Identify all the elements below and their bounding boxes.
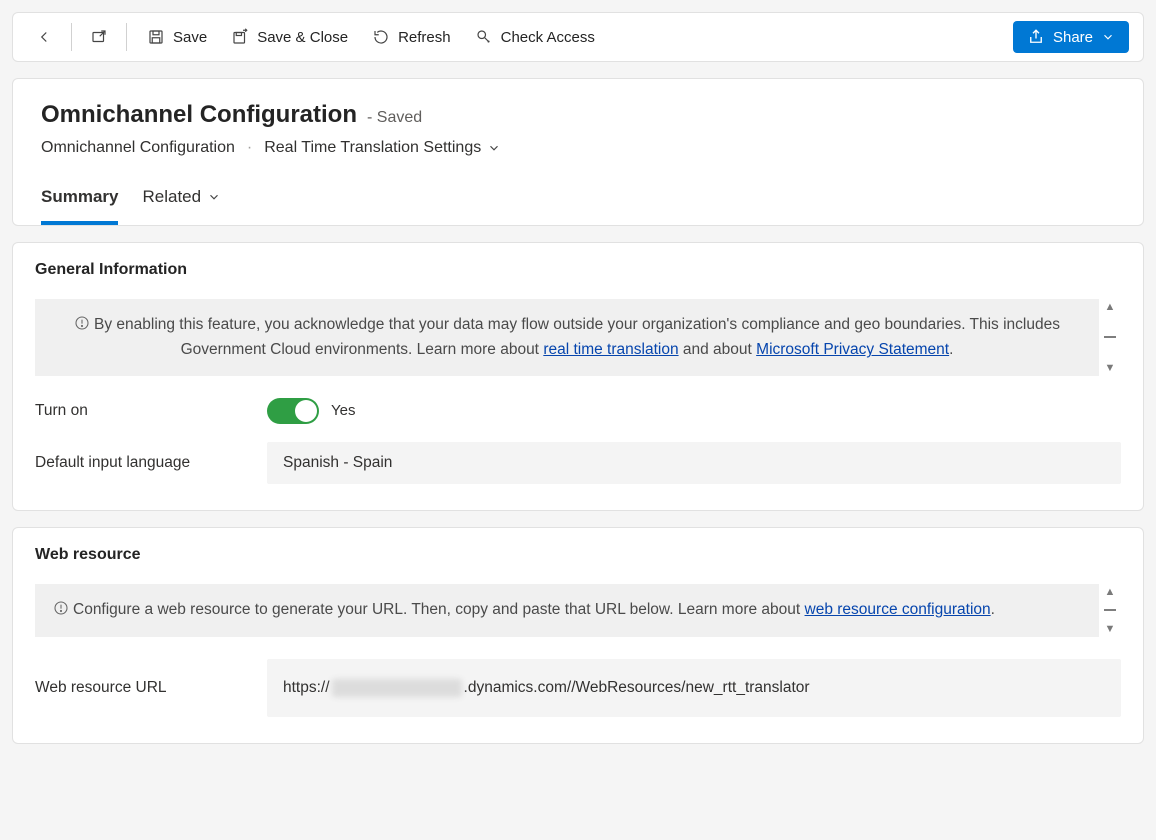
info-banner-web-resource: Configure a web resource to generate you…: [35, 584, 1099, 637]
info-icon: [53, 600, 69, 623]
breadcrumb-separator: ·: [247, 139, 252, 157]
section-general-information: General Information By enabling this fea…: [12, 242, 1144, 511]
tab-related[interactable]: Related: [142, 179, 221, 225]
form-header: Omnichannel Configuration - Saved Omnich…: [12, 78, 1144, 226]
info-icon: [74, 315, 90, 338]
save-icon: [147, 28, 165, 46]
url-redacted-segment: [332, 679, 462, 697]
select-default-input-language[interactable]: Spanish - Spain: [267, 442, 1121, 484]
save-close-label: Save & Close: [257, 29, 348, 46]
refresh-label: Refresh: [398, 29, 451, 46]
refresh-icon: [372, 28, 390, 46]
banner-text-pre: Configure a web resource to generate you…: [73, 601, 805, 618]
info-banner-general: By enabling this feature, you acknowledg…: [35, 299, 1099, 376]
breadcrumb-form-selector[interactable]: Real Time Translation Settings: [264, 139, 501, 157]
save-button[interactable]: Save: [137, 22, 217, 52]
label-default-input-language: Default input language: [35, 454, 267, 472]
banner-text-post: .: [991, 601, 995, 618]
scroll-track-icon: [1104, 336, 1116, 338]
save-label: Save: [173, 29, 207, 46]
banner-text-mid: and about: [679, 341, 757, 358]
tab-list: Summary Related: [41, 179, 1115, 225]
scroll-down-icon: ▼: [1105, 362, 1116, 374]
tab-related-label: Related: [142, 187, 201, 207]
check-access-icon: [475, 28, 493, 46]
external-link-icon: [90, 28, 108, 46]
scroll-down-icon: ▼: [1105, 623, 1116, 635]
save-close-button[interactable]: Save & Close: [221, 22, 358, 52]
arrow-left-icon: [35, 28, 53, 46]
toolbar-divider: [71, 23, 72, 51]
share-icon: [1027, 28, 1045, 46]
section-title: General Information: [35, 261, 1121, 279]
toggle-turn-on-value: Yes: [331, 402, 355, 419]
check-access-label: Check Access: [501, 29, 595, 46]
breadcrumb-detail-label: Real Time Translation Settings: [264, 139, 481, 157]
back-button[interactable]: [27, 22, 61, 52]
chevron-down-icon: [487, 141, 501, 155]
section-title: Web resource: [35, 546, 1121, 564]
url-suffix: .dynamics.com//WebResources/new_rtt_tran…: [464, 679, 810, 697]
label-web-resource-url: Web resource URL: [35, 659, 267, 697]
command-bar: Save Save & Close Refresh Check Access S…: [13, 13, 1143, 61]
save-close-icon: [231, 28, 249, 46]
breadcrumb-entity[interactable]: Omnichannel Configuration: [41, 139, 235, 157]
page-title: Omnichannel Configuration: [41, 101, 357, 129]
scroll-indicator[interactable]: ▲ ▼: [1099, 584, 1121, 637]
chevron-down-icon: [1101, 30, 1115, 44]
link-privacy-statement[interactable]: Microsoft Privacy Statement: [756, 341, 949, 358]
refresh-button[interactable]: Refresh: [362, 22, 461, 52]
tab-summary[interactable]: Summary: [41, 179, 118, 225]
scroll-indicator[interactable]: ▲ ▼: [1099, 299, 1121, 376]
share-button[interactable]: Share: [1013, 21, 1129, 53]
scroll-up-icon: ▲: [1105, 301, 1116, 313]
toggle-turn-on[interactable]: [267, 398, 319, 424]
label-turn-on: Turn on: [35, 402, 267, 420]
breadcrumb: Omnichannel Configuration · Real Time Tr…: [41, 139, 1115, 157]
chevron-down-icon: [207, 190, 221, 204]
scroll-track-icon: [1104, 609, 1116, 611]
open-new-window-button[interactable]: [82, 22, 116, 52]
link-web-resource-configuration[interactable]: web resource configuration: [805, 601, 991, 618]
share-label: Share: [1053, 29, 1093, 46]
scroll-up-icon: ▲: [1105, 586, 1116, 598]
check-access-button[interactable]: Check Access: [465, 22, 605, 52]
toggle-knob: [295, 400, 317, 422]
url-prefix: https://: [283, 679, 330, 697]
section-web-resource: Web resource Configure a web resource to…: [12, 527, 1144, 744]
input-web-resource-url[interactable]: https:// .dynamics.com//WebResources/new…: [267, 659, 1121, 717]
toolbar-divider: [126, 23, 127, 51]
link-real-time-translation[interactable]: real time translation: [543, 341, 678, 358]
banner-text-post: .: [949, 341, 953, 358]
save-status: - Saved: [367, 109, 422, 127]
